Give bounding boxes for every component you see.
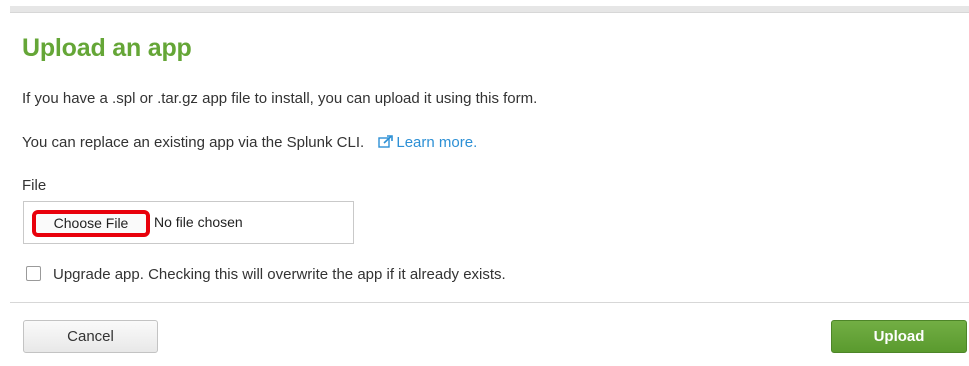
page-title: Upload an app <box>22 34 192 62</box>
top-border <box>10 6 969 13</box>
choose-file-button[interactable]: Choose File <box>32 210 150 237</box>
footer-divider <box>10 302 969 303</box>
no-file-chosen-text: No file chosen <box>154 214 243 230</box>
learn-more-label: Learn more. <box>396 134 478 151</box>
upgrade-app-option[interactable]: Upgrade app. Checking this will overwrit… <box>26 266 506 283</box>
file-input[interactable]: Choose File No file chosen <box>23 201 354 244</box>
upload-description: If you have a .spl or .tar.gz app file t… <box>22 90 538 107</box>
upgrade-app-checkbox[interactable] <box>26 266 41 281</box>
file-label: File <box>22 177 47 194</box>
upload-button[interactable]: Upload <box>831 320 967 353</box>
replace-info: You can replace an existing app via the … <box>22 134 477 151</box>
external-link-icon <box>378 135 394 148</box>
learn-more-link[interactable]: Learn more. <box>378 134 477 151</box>
upgrade-app-label[interactable]: Upgrade app. Checking this will overwrit… <box>53 266 506 283</box>
cancel-button[interactable]: Cancel <box>23 320 158 353</box>
replace-text: You can replace an existing app via the … <box>22 134 365 151</box>
